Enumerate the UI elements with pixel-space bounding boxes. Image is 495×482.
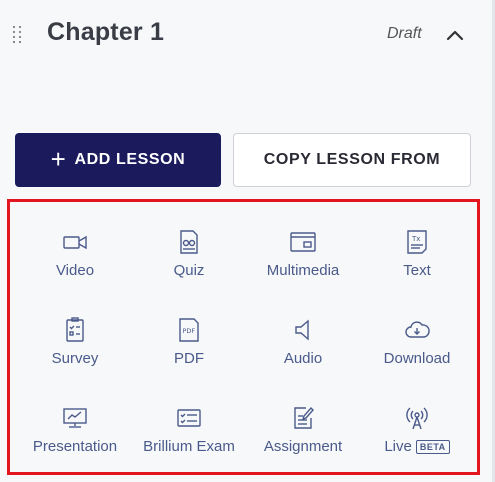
lesson-type-multimedia[interactable]: Multimedia <box>246 226 360 310</box>
plus-icon: + <box>50 144 67 174</box>
video-icon <box>61 228 89 256</box>
lesson-type-presentation[interactable]: Presentation <box>18 402 132 482</box>
lesson-type-survey[interactable]: Survey <box>18 314 132 398</box>
chapter-header: Chapter 1 Draft <box>0 0 492 70</box>
quiz-icon <box>175 228 203 256</box>
chapter-panel: Chapter 1 Draft + ADD LESSON COPY LESSON… <box>0 0 495 482</box>
chevron-up-icon[interactable] <box>444 24 466 46</box>
assignment-icon <box>289 404 317 432</box>
survey-icon <box>61 316 89 344</box>
lesson-type-label: Brillium Exam <box>143 438 235 455</box>
download-icon <box>403 316 431 344</box>
audio-icon <box>289 316 317 344</box>
copy-lesson-button[interactable]: COPY LESSON FROM <box>233 133 471 187</box>
pdf-icon: PDF <box>175 316 203 344</box>
text-icon: Tx <box>403 228 431 256</box>
lesson-type-label: Live BETA <box>384 438 450 455</box>
lesson-type-audio[interactable]: Audio <box>246 314 360 398</box>
live-label: Live <box>384 438 412 455</box>
beta-badge: BETA <box>415 439 450 454</box>
status-label: Draft <box>387 25 422 42</box>
lesson-type-assignment[interactable]: Assignment <box>246 402 360 482</box>
add-lesson-button[interactable]: + ADD LESSON <box>15 133 221 187</box>
lesson-type-label: Audio <box>283 350 323 367</box>
add-lesson-label: ADD LESSON <box>74 151 186 168</box>
lesson-type-label: Multimedia <box>266 262 340 279</box>
multimedia-icon <box>289 228 317 256</box>
chapter-title: Chapter 1 <box>47 18 165 46</box>
drag-handle-icon[interactable] <box>13 26 23 44</box>
lesson-type-label: PDF <box>174 350 204 367</box>
lesson-type-video[interactable]: Video <box>18 226 132 310</box>
lesson-type-label: Presentation <box>32 438 118 455</box>
lesson-type-pdf[interactable]: PDF PDF <box>132 314 246 398</box>
brillium-exam-icon <box>175 404 203 432</box>
presentation-icon <box>61 404 89 432</box>
lesson-type-label: Survey <box>51 350 99 367</box>
svg-text:PDF: PDF <box>183 327 196 335</box>
lesson-type-quiz[interactable]: Quiz <box>132 226 246 310</box>
lesson-type-live[interactable]: Live BETA <box>360 402 474 482</box>
lesson-type-text[interactable]: Tx Text <box>360 226 474 310</box>
copy-lesson-label: COPY LESSON FROM <box>263 151 441 168</box>
lesson-type-brillium-exam[interactable]: Brillium Exam <box>132 402 246 482</box>
lesson-type-label: Video <box>55 262 95 279</box>
live-icon <box>403 404 431 432</box>
lesson-type-grid: Video Quiz Multimedia Tx Text Survey PDF… <box>7 199 480 475</box>
lesson-type-label: Quiz <box>173 262 205 279</box>
lesson-type-label: Assignment <box>263 438 343 455</box>
svg-text:Tx: Tx <box>411 235 420 243</box>
lesson-type-label: Download <box>383 350 451 367</box>
lesson-type-label: Text <box>403 262 431 279</box>
lesson-type-download[interactable]: Download <box>360 314 474 398</box>
